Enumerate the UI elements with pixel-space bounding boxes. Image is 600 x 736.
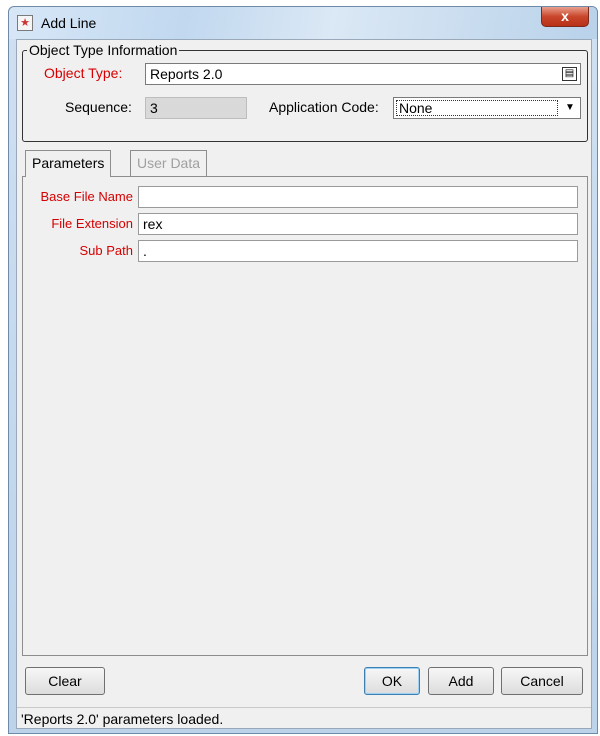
- dialog-body: Object Type Information Object Type: Rep…: [16, 39, 592, 729]
- window-title: Add Line: [41, 15, 97, 31]
- ok-button[interactable]: OK: [364, 667, 420, 695]
- lookup-list-icon[interactable]: ▤: [562, 67, 577, 81]
- sequence-label: Sequence:: [65, 99, 132, 115]
- application-code-value: None: [396, 100, 558, 116]
- group-title: Object Type Information: [27, 42, 180, 58]
- clear-button[interactable]: Clear: [25, 667, 105, 695]
- file-extension-field[interactable]: rex: [138, 213, 578, 235]
- base-file-name-field[interactable]: [138, 186, 578, 208]
- tab-user-data[interactable]: User Data: [130, 150, 208, 176]
- application-code-select[interactable]: None ▼: [393, 97, 581, 119]
- object-type-info-group: Object Type Information Object Type: Rep…: [22, 42, 588, 142]
- status-bar: 'Reports 2.0' parameters loaded.: [17, 707, 591, 729]
- object-type-label: Object Type:: [44, 65, 123, 81]
- java-app-icon: ★: [17, 15, 33, 31]
- cancel-button[interactable]: Cancel: [501, 667, 583, 695]
- chevron-down-icon[interactable]: ▼: [560, 98, 580, 118]
- status-text: 'Reports 2.0' parameters loaded.: [21, 711, 224, 727]
- close-button[interactable]: x: [541, 7, 589, 27]
- add-button[interactable]: Add: [428, 667, 494, 695]
- application-code-label: Application Code:: [269, 99, 379, 115]
- sub-path-field[interactable]: .: [138, 240, 578, 262]
- object-type-field[interactable]: Reports 2.0 ▤: [145, 63, 581, 85]
- title-bar[interactable]: ★ Add Line x: [9, 7, 597, 39]
- sub-path-label: Sub Path: [79, 243, 134, 258]
- object-type-value: Reports 2.0: [150, 66, 223, 82]
- sequence-field: 3: [145, 97, 247, 119]
- add-line-dialog: ★ Add Line x Object Type Information Obj…: [8, 6, 598, 734]
- parameters-panel: Base File Name File Extension rex Sub Pa…: [22, 176, 588, 656]
- tab-parameters[interactable]: Parameters: [25, 150, 112, 177]
- base-file-name-label: Base File Name: [40, 189, 133, 204]
- file-extension-label: File Extension: [51, 216, 133, 231]
